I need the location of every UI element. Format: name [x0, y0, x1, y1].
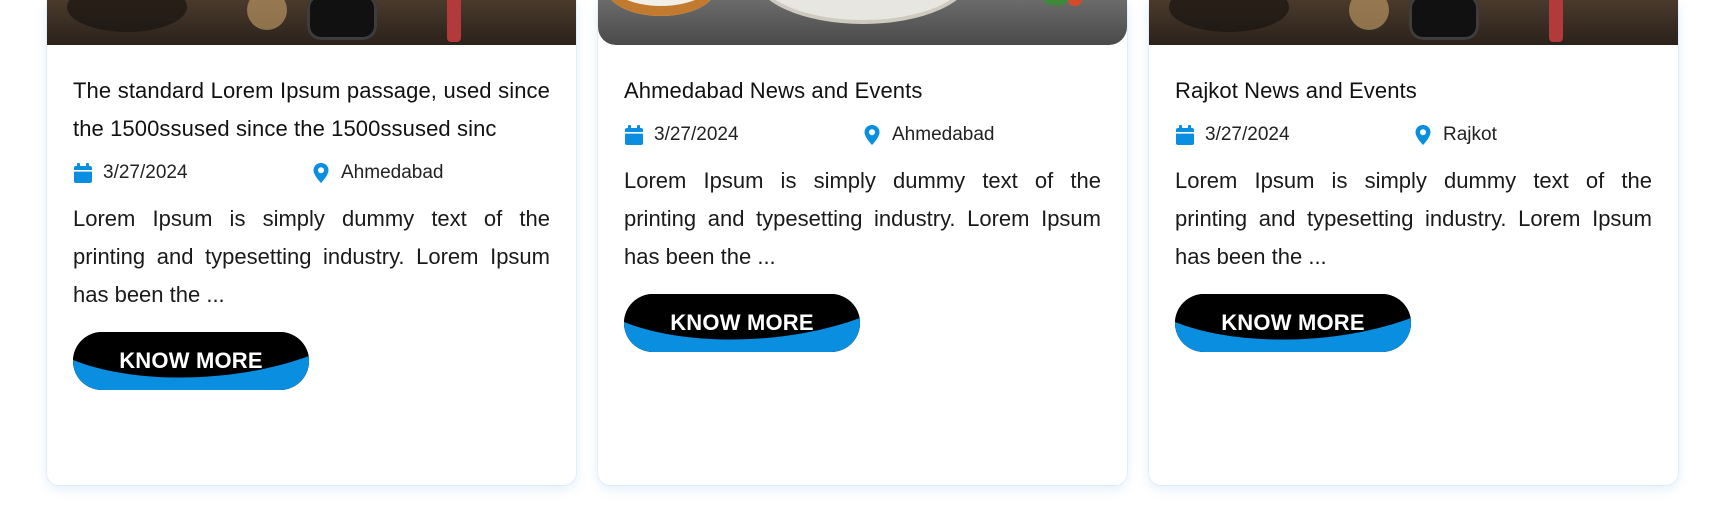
card-title[interactable]: Rajkot News and Events — [1175, 72, 1652, 110]
event-location-text: Ahmedabad — [892, 124, 995, 145]
calendar-icon — [1176, 125, 1194, 145]
map-pin-icon — [313, 163, 329, 183]
know-more-button[interactable]: KNOW MORE — [1175, 294, 1411, 352]
know-more-label: KNOW MORE — [670, 310, 814, 335]
event-date: 3/27/2024 — [624, 124, 862, 146]
know-more-label: KNOW MORE — [1221, 310, 1365, 335]
event-date: 3/27/2024 — [73, 162, 311, 184]
card-meta: 3/27/2024 Rajkot — [1175, 116, 1652, 154]
know-more-button[interactable]: KNOW MORE — [624, 294, 860, 352]
know-more-label: KNOW MORE — [119, 348, 263, 373]
card-image[interactable] — [47, 0, 576, 45]
calendar-icon — [625, 125, 643, 145]
event-location: Ahmedabad — [862, 124, 994, 146]
card-image[interactable] — [1149, 0, 1678, 45]
card-body: Rajkot News and Events 3/27/2024 Rajkot … — [1175, 72, 1652, 352]
event-date-text: 3/27/2024 — [1205, 124, 1290, 145]
card-body: Ahmedabad News and Events 3/27/2024 Ahme… — [624, 72, 1101, 352]
event-location: Rajkot — [1413, 124, 1497, 146]
card-meta: 3/27/2024 Ahmedabad — [73, 154, 550, 192]
know-more-button[interactable]: KNOW MORE — [73, 332, 309, 390]
card-excerpt: Lorem Ipsum is simply dummy text of the … — [1175, 168, 1652, 269]
map-pin-icon — [1415, 125, 1431, 145]
event-location-text: Rajkot — [1443, 124, 1497, 145]
card-image[interactable] — [598, 0, 1127, 45]
card-excerpt: Lorem Ipsum is simply dummy text of the … — [624, 168, 1101, 269]
map-pin-icon — [864, 125, 880, 145]
card-title[interactable]: Ahmedabad News and Events — [624, 72, 1101, 110]
event-location: Ahmedabad — [311, 162, 443, 184]
card-excerpt: Lorem Ipsum is simply dummy text of the … — [73, 206, 550, 307]
event-card[interactable]: Rajkot News and Events 3/27/2024 Rajkot … — [1149, 0, 1678, 485]
event-cards-row: The standard Lorem Ipsum passage, used s… — [0, 0, 1725, 521]
card-meta: 3/27/2024 Ahmedabad — [624, 116, 1101, 154]
calendar-icon — [74, 163, 92, 183]
card-body: The standard Lorem Ipsum passage, used s… — [73, 72, 550, 390]
event-card[interactable]: Ahmedabad News and Events 3/27/2024 Ahme… — [598, 0, 1127, 485]
event-date-text: 3/27/2024 — [654, 124, 739, 145]
event-date-text: 3/27/2024 — [103, 162, 188, 183]
event-card[interactable]: The standard Lorem Ipsum passage, used s… — [47, 0, 576, 485]
event-date: 3/27/2024 — [1175, 124, 1413, 146]
event-location-text: Ahmedabad — [341, 162, 444, 183]
card-title[interactable]: The standard Lorem Ipsum passage, used s… — [73, 72, 550, 148]
